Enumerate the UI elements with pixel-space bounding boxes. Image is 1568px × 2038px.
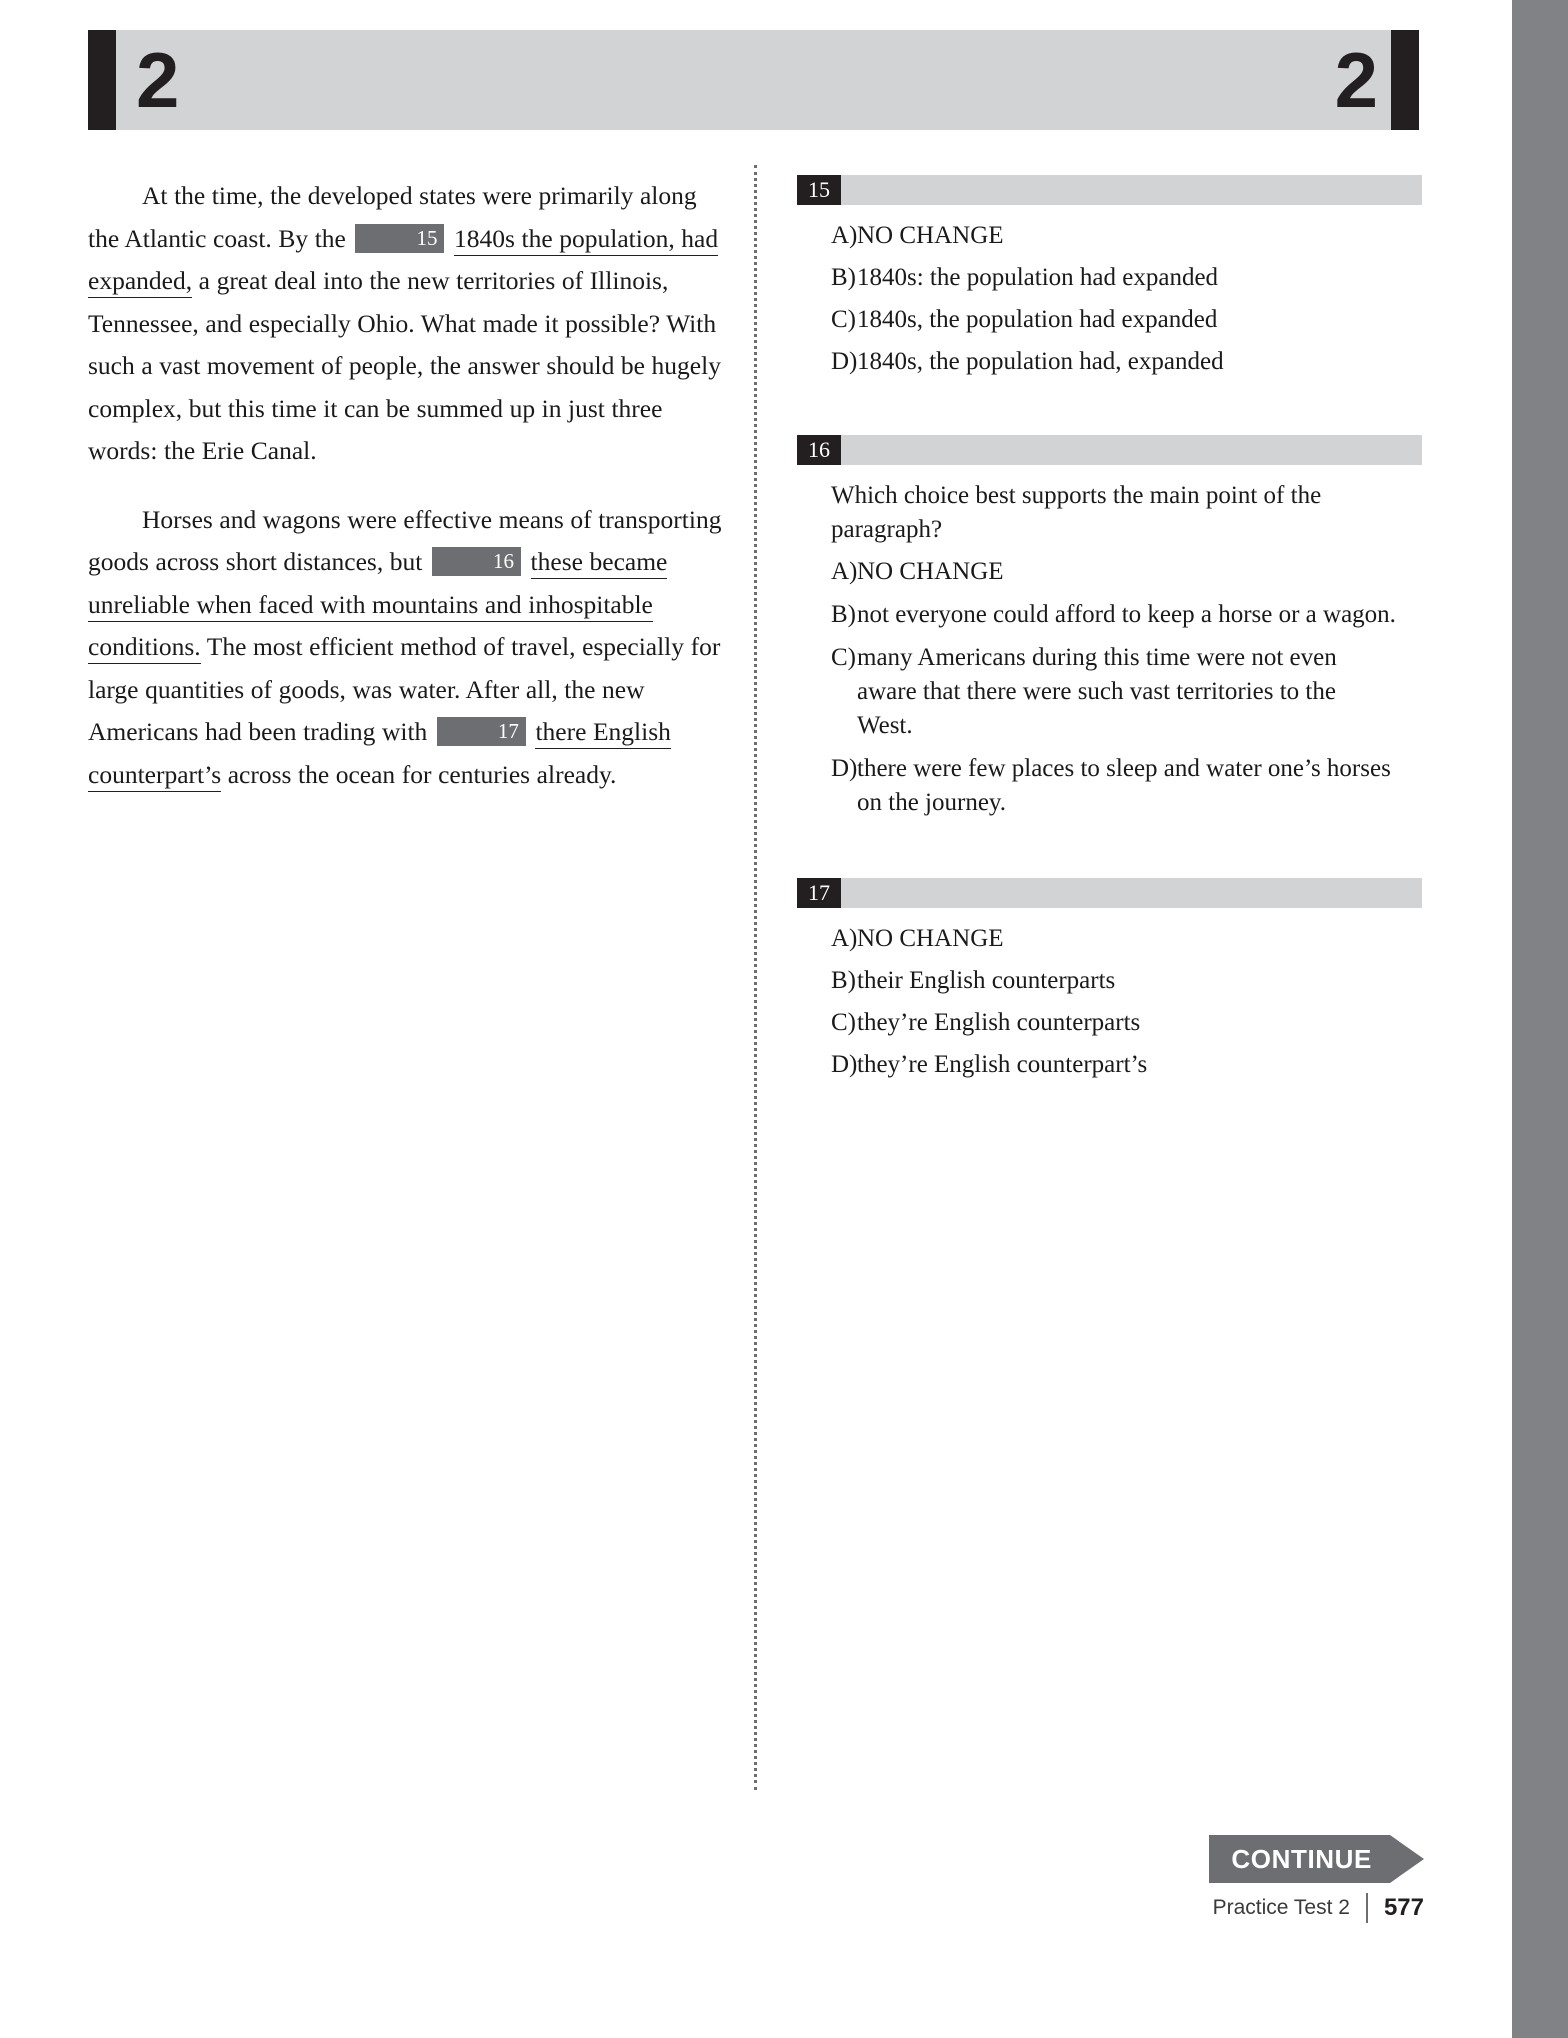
- choice-text-16-a: NO CHANGE: [857, 558, 1004, 585]
- choice-text-15-b: 1840s: the population had expanded: [857, 264, 1219, 291]
- choice-15-a[interactable]: A) NO CHANGE: [797, 219, 1422, 253]
- choice-text-15-c: 1840s, the population had expanded: [857, 306, 1218, 333]
- choice-letter-16-c: C): [831, 644, 856, 671]
- choice-17-a[interactable]: A) NO CHANGE: [797, 922, 1422, 956]
- continue-label: CONTINUE: [1209, 1835, 1390, 1883]
- passage-paragraph-2: Horses and wagons were effective means o…: [88, 499, 733, 797]
- passage-marker-16[interactable]: 16: [431, 547, 521, 576]
- question-block-16: 16 Which choice best supports the main p…: [797, 435, 1422, 820]
- question-badge-17: 17: [797, 878, 841, 908]
- passage-paragraph-1: At the time, the developed states were p…: [88, 175, 733, 473]
- choice-16-d[interactable]: D) there were few places to sleep and wa…: [797, 752, 1422, 820]
- arrow-right-icon: [1390, 1835, 1424, 1883]
- page-footer: CONTINUE Practice Test 2 577: [0, 1835, 1512, 1955]
- question-block-17: 17 A) NO CHANGE B) their English counter…: [797, 878, 1422, 1082]
- choice-16-b[interactable]: B) not everyone could afford to keep a h…: [797, 598, 1422, 632]
- section-number-right: 2: [1334, 36, 1378, 124]
- continue-banner: CONTINUE: [1209, 1835, 1424, 1883]
- section-number-left: 2: [136, 36, 179, 124]
- question-header-15: 15: [797, 175, 1422, 205]
- page-header: 2 2: [88, 30, 1419, 130]
- footer-meta: Practice Test 2 577: [1213, 1893, 1424, 1923]
- choice-15-d[interactable]: D) 1840s, the population had, expanded: [797, 345, 1422, 379]
- page-sheet: 2 2 At the time, the developed states we…: [0, 0, 1512, 2038]
- footer-page-number: 577: [1383, 1894, 1424, 1921]
- footer-test-label: Practice Test 2: [1212, 1896, 1350, 1919]
- choice-15-b[interactable]: B) 1840s: the population had expanded: [797, 261, 1422, 295]
- header-band: 2 2: [116, 30, 1391, 130]
- choice-16-a[interactable]: A) NO CHANGE: [797, 555, 1422, 589]
- choice-letter-15-a: A): [831, 222, 858, 249]
- choice-letter-15-c: C): [831, 306, 856, 333]
- choice-text-15-a: NO CHANGE: [857, 222, 1004, 249]
- questions-column: 15 A) NO CHANGE B) 1840s: the population…: [797, 175, 1422, 1122]
- choice-text-17-b: their English counterparts: [857, 967, 1116, 994]
- page-content: At the time, the developed states were p…: [0, 165, 1512, 1790]
- question-header-fill-16: [841, 435, 1422, 465]
- choice-letter-15-d: D): [831, 348, 858, 375]
- choice-17-c[interactable]: C) they’re English counterparts: [797, 1006, 1422, 1040]
- question-header-fill-15: [841, 175, 1422, 205]
- choice-17-d[interactable]: D) they’re English counterpart’s: [797, 1048, 1422, 1082]
- choice-text-16-c: many Americans during this time were not…: [857, 644, 1337, 739]
- choice-list-15: A) NO CHANGE B) 1840s: the population ha…: [797, 219, 1422, 379]
- choice-text-17-c: they’re English counterparts: [857, 1009, 1141, 1036]
- passage-marker-17[interactable]: 17: [436, 717, 526, 746]
- passage-column: At the time, the developed states were p…: [88, 175, 733, 822]
- choice-17-b[interactable]: B) their English counterparts: [797, 964, 1422, 998]
- choice-letter-17-d: D): [831, 1051, 858, 1078]
- choice-letter-17-b: B): [831, 967, 856, 994]
- choice-letter-16-d: D): [831, 755, 858, 782]
- question-stem-16: Which choice best supports the main poin…: [831, 482, 1322, 543]
- question-badge-16: 16: [797, 435, 841, 465]
- column-divider: [754, 165, 757, 1790]
- choice-text-16-d: there were few places to sleep and water…: [857, 755, 1391, 816]
- question-block-15: 15 A) NO CHANGE B) 1840s: the population…: [797, 175, 1422, 379]
- choice-letter-17-a: A): [831, 925, 858, 952]
- choice-letter-17-c: C): [831, 1009, 856, 1036]
- header-left-rule: [88, 30, 116, 130]
- passage-marker-15[interactable]: 15: [355, 223, 445, 253]
- choice-letter-16-a: A): [831, 558, 858, 585]
- page-edge-band: [1512, 0, 1568, 2038]
- choice-15-c[interactable]: C) 1840s, the population had expanded: [797, 303, 1422, 337]
- question-header-17: 17: [797, 878, 1422, 908]
- choice-text-16-b: not everyone could afford to keep a hors…: [857, 601, 1396, 628]
- question-badge-15: 15: [797, 175, 841, 205]
- footer-divider: [1365, 1893, 1368, 1923]
- choice-text-17-d: they’re English counterpart’s: [857, 1051, 1148, 1078]
- header-right-rule: [1391, 30, 1419, 130]
- choice-letter-16-b: B): [831, 601, 856, 628]
- choice-text-15-d: 1840s, the population had, expanded: [857, 348, 1224, 375]
- choice-letter-15-b: B): [831, 264, 856, 291]
- paragraph-2-text-after: across the ocean for centuries already.: [227, 759, 617, 789]
- choice-list-17: A) NO CHANGE B) their English counterpar…: [797, 922, 1422, 1082]
- question-header-fill-17: [841, 878, 1422, 908]
- choice-list-16: A) NO CHANGE B) not everyone could affor…: [797, 555, 1422, 820]
- choice-16-c[interactable]: C) many Americans during this time were …: [797, 641, 1422, 743]
- question-header-16: 16: [797, 435, 1422, 465]
- choice-text-17-a: NO CHANGE: [857, 925, 1004, 952]
